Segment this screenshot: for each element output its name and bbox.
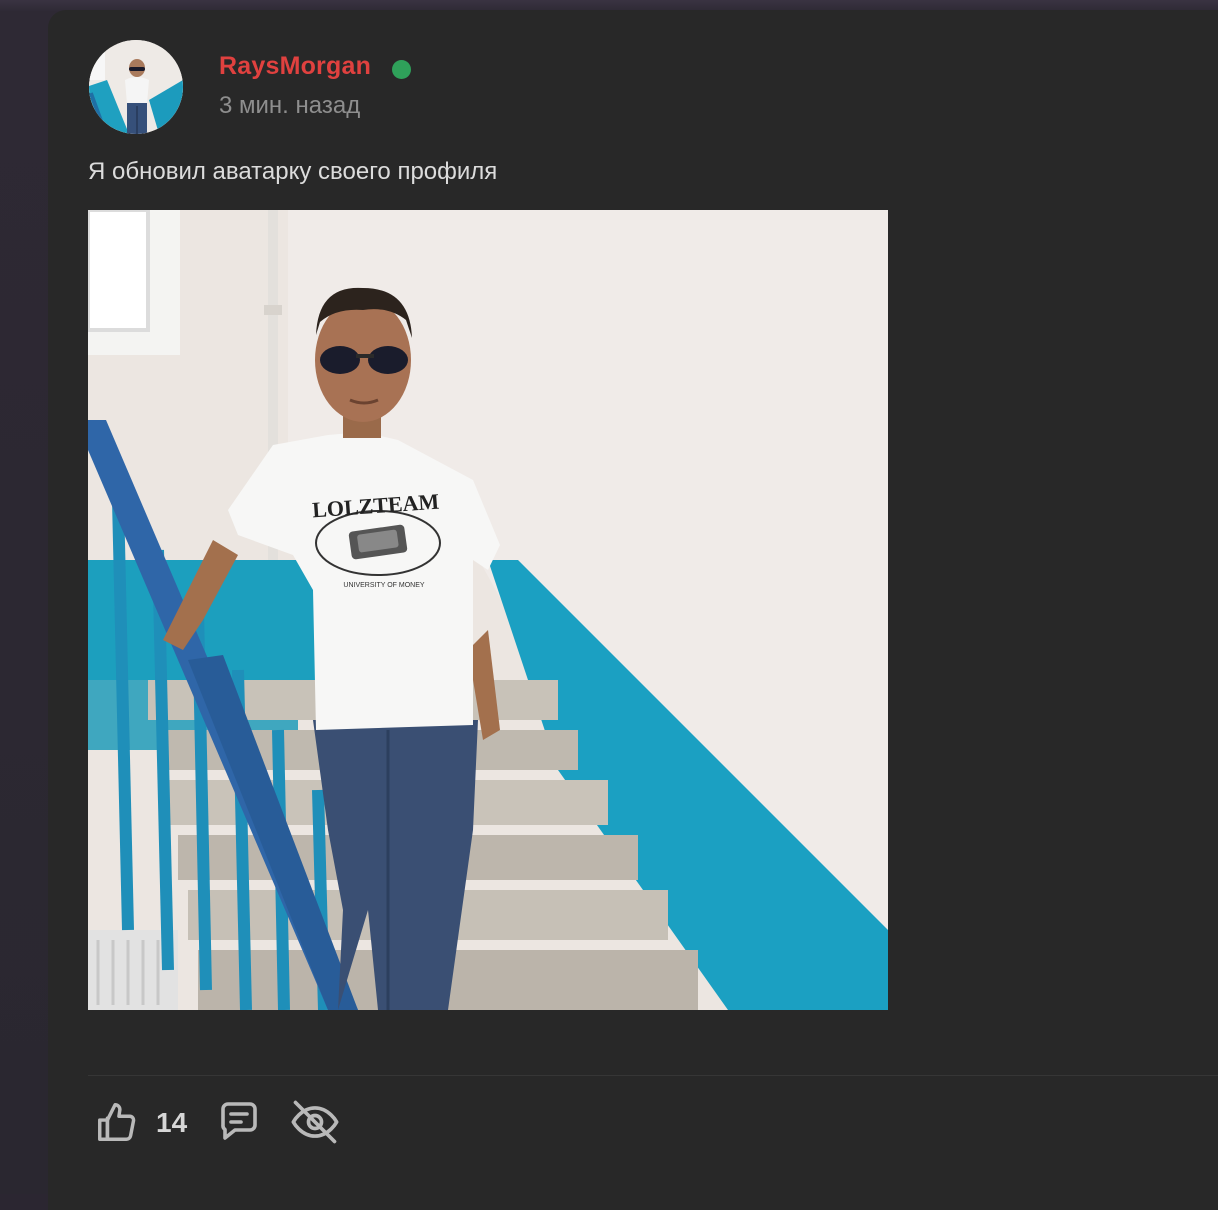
post-card: RaysMorgan 3 мин. назад Я обновил аватар…	[48, 10, 1218, 1210]
author-avatar[interactable]	[89, 40, 183, 134]
author-name-link[interactable]: RaysMorgan	[219, 52, 371, 81]
online-status-dot	[392, 60, 411, 79]
post-action-bar: 14	[88, 1095, 488, 1155]
comment-icon[interactable]	[215, 1098, 263, 1146]
shirt-tagline-text: UNIVERSITY OF MONEY	[343, 582, 424, 589]
action-divider	[88, 1075, 1218, 1076]
post-text: Я обновил аватарку своего профиля	[88, 158, 498, 185]
post-timestamp[interactable]: 3 мин. назад	[219, 92, 360, 120]
eye-off-icon[interactable]	[289, 1096, 341, 1148]
thumbs-up-icon[interactable]	[94, 1099, 140, 1145]
post-image[interactable]: LOLZTEAM UNIVERSITY OF MONEY	[88, 210, 888, 1010]
like-count: 14	[156, 1107, 188, 1138]
